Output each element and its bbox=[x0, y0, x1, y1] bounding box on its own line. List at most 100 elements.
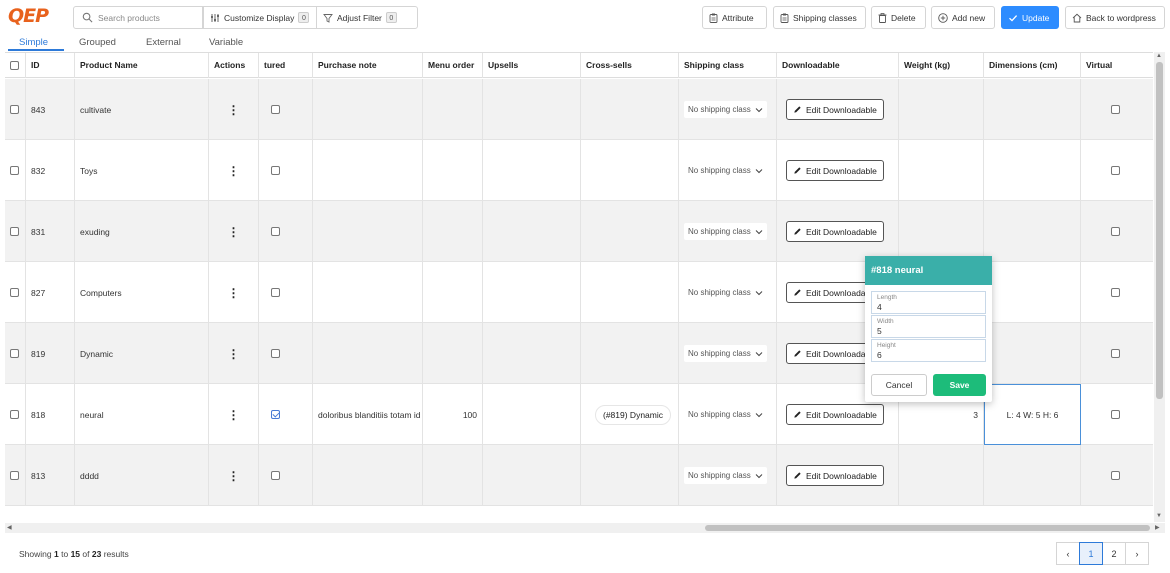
cross-sell-tag[interactable]: (#819) Dynamic bbox=[595, 404, 671, 425]
scroll-up-arrow-icon[interactable]: ▲ bbox=[1156, 53, 1162, 59]
row-cross-sells[interactable] bbox=[581, 201, 679, 262]
add-new-button[interactable]: Add new bbox=[931, 6, 995, 29]
row-cross-sells[interactable] bbox=[581, 445, 679, 506]
more-options-icon[interactable]: ⋮ bbox=[228, 104, 240, 116]
delete-button[interactable]: Delete bbox=[871, 6, 926, 29]
featured-checkbox[interactable] bbox=[271, 410, 280, 419]
tab-grouped[interactable]: Grouped bbox=[79, 37, 116, 48]
table-row[interactable]: 843 cultivate ⋮ No shipping class Edit Downl… bbox=[5, 79, 1153, 140]
page-button-2[interactable]: 2 bbox=[1102, 542, 1126, 565]
row-menu-order[interactable] bbox=[423, 323, 483, 384]
row-purchase-note[interactable] bbox=[313, 445, 423, 506]
row-product-name[interactable]: neural bbox=[75, 384, 209, 445]
row-menu-order[interactable] bbox=[423, 445, 483, 506]
row-product-name[interactable]: cultivate bbox=[75, 79, 209, 140]
row-product-name[interactable]: Dynamic bbox=[75, 323, 209, 384]
width-input[interactable] bbox=[877, 325, 980, 336]
row-select-checkbox[interactable] bbox=[10, 471, 19, 480]
search-input[interactable] bbox=[98, 10, 198, 26]
featured-checkbox[interactable] bbox=[271, 166, 280, 175]
attribute-button[interactable]: Attribute bbox=[702, 6, 767, 29]
row-cross-sells[interactable] bbox=[581, 262, 679, 323]
row-upsells[interactable] bbox=[483, 79, 581, 140]
more-options-icon[interactable]: ⋮ bbox=[228, 348, 240, 360]
more-options-icon[interactable]: ⋮ bbox=[228, 470, 240, 482]
vertical-scroll-thumb[interactable] bbox=[1156, 62, 1163, 399]
length-input[interactable] bbox=[877, 301, 980, 312]
row-upsells[interactable] bbox=[483, 384, 581, 445]
select-all-checkbox[interactable] bbox=[10, 61, 19, 70]
row-upsells[interactable] bbox=[483, 262, 581, 323]
shipping-class-select[interactable]: No shipping class bbox=[684, 162, 767, 179]
header-product-name[interactable]: Product Name bbox=[75, 53, 209, 78]
row-upsells[interactable] bbox=[483, 445, 581, 506]
cancel-button[interactable]: Cancel bbox=[871, 374, 927, 396]
row-menu-order[interactable]: 100 bbox=[423, 384, 483, 445]
height-field[interactable]: Height bbox=[871, 339, 986, 362]
row-dimensions[interactable] bbox=[984, 201, 1081, 262]
row-menu-order[interactable] bbox=[423, 140, 483, 201]
length-field[interactable]: Length bbox=[871, 291, 986, 314]
row-select-checkbox[interactable] bbox=[10, 105, 19, 114]
scroll-right-arrow-icon[interactable]: ▶ bbox=[1155, 524, 1160, 531]
virtual-checkbox[interactable] bbox=[1111, 410, 1120, 419]
row-product-name[interactable]: dddd bbox=[75, 445, 209, 506]
header-upsells[interactable]: Upsells bbox=[483, 53, 581, 78]
search-box[interactable] bbox=[73, 6, 203, 29]
row-cross-sells[interactable]: (#819) Dynamic bbox=[581, 384, 679, 445]
save-button[interactable]: Save bbox=[933, 374, 986, 396]
row-purchase-note[interactable]: doloribus blanditiis totam id e bbox=[313, 384, 423, 445]
row-weight[interactable] bbox=[899, 445, 984, 506]
height-input[interactable] bbox=[877, 349, 980, 360]
row-product-name[interactable]: Computers bbox=[75, 262, 209, 323]
row-upsells[interactable] bbox=[483, 140, 581, 201]
row-weight[interactable] bbox=[899, 79, 984, 140]
page-button-1[interactable]: 1 bbox=[1079, 542, 1103, 565]
row-dimensions[interactable] bbox=[984, 323, 1081, 384]
shipping-class-select[interactable]: No shipping class bbox=[684, 467, 767, 484]
header-virtual[interactable]: Virtual bbox=[1081, 53, 1153, 78]
edit-downloadable-button[interactable]: Edit Downloadable bbox=[786, 221, 884, 242]
row-purchase-note[interactable] bbox=[313, 262, 423, 323]
header-shipping-class[interactable]: Shipping class bbox=[679, 53, 777, 78]
virtual-checkbox[interactable] bbox=[1111, 105, 1120, 114]
row-product-name[interactable]: exuding bbox=[75, 201, 209, 262]
row-weight[interactable] bbox=[899, 201, 984, 262]
shipping-class-select[interactable]: No shipping class bbox=[684, 101, 767, 118]
row-menu-order[interactable] bbox=[423, 201, 483, 262]
row-product-name[interactable]: Toys bbox=[75, 140, 209, 201]
row-select-checkbox[interactable] bbox=[10, 166, 19, 175]
row-dimensions[interactable] bbox=[984, 445, 1081, 506]
horizontal-scrollbar[interactable]: ◀ ▶ bbox=[5, 523, 1165, 533]
featured-checkbox[interactable] bbox=[271, 471, 280, 480]
row-menu-order[interactable] bbox=[423, 79, 483, 140]
width-field[interactable]: Width bbox=[871, 315, 986, 338]
more-options-icon[interactable]: ⋮ bbox=[228, 409, 240, 421]
virtual-checkbox[interactable] bbox=[1111, 349, 1120, 358]
row-select-checkbox[interactable] bbox=[10, 349, 19, 358]
header-id[interactable]: ID bbox=[26, 53, 75, 78]
featured-checkbox[interactable] bbox=[271, 288, 280, 297]
tab-variable[interactable]: Variable bbox=[209, 37, 243, 48]
table-row[interactable]: 813 dddd ⋮ No shipping class Edit Downloadab… bbox=[5, 445, 1153, 506]
edit-downloadable-button[interactable]: Edit Downloadable bbox=[786, 465, 884, 486]
edit-downloadable-button[interactable]: Edit Downloadable bbox=[786, 99, 884, 120]
header-menu-order[interactable]: Menu order bbox=[423, 53, 483, 78]
row-select-checkbox[interactable] bbox=[10, 410, 19, 419]
tab-external[interactable]: External bbox=[146, 37, 181, 48]
featured-checkbox[interactable] bbox=[271, 105, 280, 114]
row-dimensions[interactable] bbox=[984, 79, 1081, 140]
vertical-scrollbar[interactable]: ▲ ▼ bbox=[1154, 52, 1165, 522]
shipping-class-select[interactable]: No shipping class bbox=[684, 284, 767, 301]
header-purchase-note[interactable]: Purchase note bbox=[313, 53, 423, 78]
virtual-checkbox[interactable] bbox=[1111, 227, 1120, 236]
horizontal-scroll-thumb[interactable] bbox=[705, 525, 1150, 531]
more-options-icon[interactable]: ⋮ bbox=[228, 165, 240, 177]
row-weight[interactable] bbox=[899, 140, 984, 201]
scroll-left-arrow-icon[interactable]: ◀ bbox=[7, 524, 12, 531]
shipping-classes-button[interactable]: Shipping classes bbox=[773, 6, 866, 29]
row-dimensions[interactable] bbox=[984, 140, 1081, 201]
header-downloadable[interactable]: Downloadable bbox=[777, 53, 899, 78]
row-select-checkbox[interactable] bbox=[10, 227, 19, 236]
shipping-class-select[interactable]: No shipping class bbox=[684, 223, 767, 240]
